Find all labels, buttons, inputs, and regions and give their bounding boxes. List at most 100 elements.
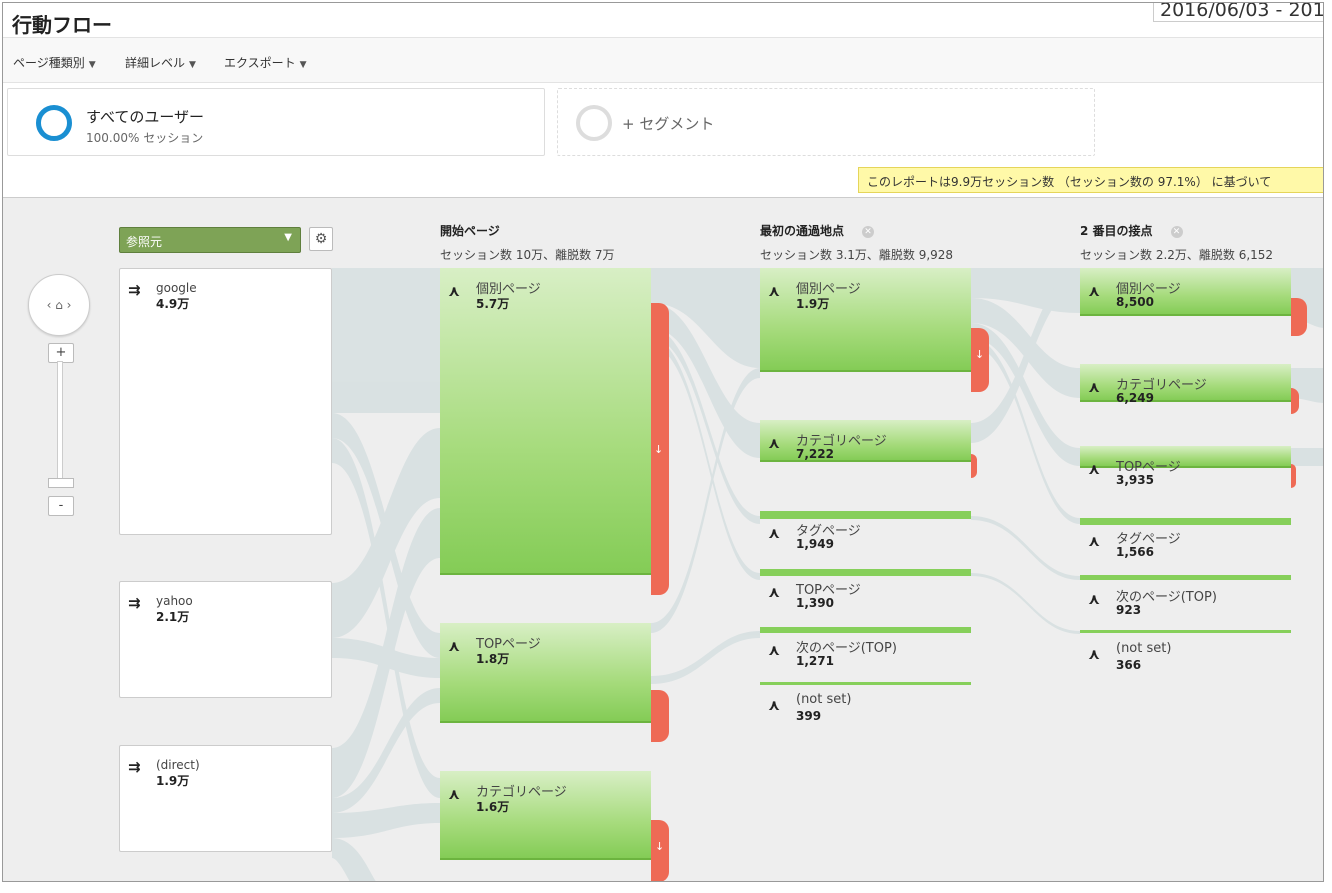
node-value: 1.8万	[476, 652, 510, 666]
zoom-slider-track[interactable]	[57, 361, 63, 481]
zoom-slider-handle[interactable]	[48, 478, 74, 488]
page-node-icon: ⋏	[768, 696, 781, 714]
source-value: 4.9万	[156, 297, 190, 311]
view-by-page-type-menu[interactable]: ページ種類別 ▼	[13, 54, 96, 71]
page-title: 行動フロー	[12, 13, 112, 37]
chevron-down-icon: ▼	[284, 232, 292, 243]
page-node-icon: ⋏	[1088, 645, 1101, 663]
toolbar-label: ページ種類別	[13, 56, 85, 70]
segment-all-users[interactable]: すべてのユーザー 100.00% セッション	[7, 88, 545, 156]
flow-top-to-next	[651, 631, 760, 684]
chevron-down-icon: ▼	[88, 60, 96, 70]
node-value: 3,935	[1116, 473, 1154, 487]
node-value: 8,500	[1116, 295, 1154, 309]
pan-home-control[interactable]: ‹ ⌂ ›	[28, 274, 90, 336]
page-node-icon: ⋏	[1088, 378, 1101, 396]
drop-off-icon: ↓	[655, 840, 665, 853]
toolbar: ページ種類別 ▼ 詳細レベル ▼ エクスポート ▼	[3, 37, 1323, 83]
first-interaction-node[interactable]: ⋏ 個別ページ 1.9万	[760, 268, 971, 372]
drop-off-icon: ↓	[654, 443, 664, 456]
drop-off-bar[interactable]: ↓	[651, 303, 669, 595]
flow-google-to-single-page	[332, 268, 440, 413]
source-node-google[interactable]: ⇉ google 4.9万	[119, 268, 332, 535]
start-page-node[interactable]: ⋏ カテゴリページ 1.6万	[440, 771, 651, 860]
source-label: google	[156, 281, 197, 295]
column-summary: セッション数 10万、離脱数 7万	[440, 248, 615, 262]
page-node-icon: ⋏	[768, 641, 781, 659]
arrows-icon: ⇉	[128, 594, 141, 612]
second-interaction-node[interactable]	[1080, 630, 1291, 633]
page-node-icon: ⋏	[768, 524, 781, 542]
node-value: 1,390	[796, 596, 834, 610]
close-icon[interactable]: ✕	[862, 225, 875, 238]
export-menu[interactable]: エクスポート ▼	[224, 54, 307, 71]
flow-first-top-to-notset	[971, 573, 1080, 634]
drop-off-icon: ↓	[975, 348, 985, 361]
source-value: 1.9万	[156, 774, 190, 788]
drop-off-bar[interactable]: ↓	[651, 820, 669, 881]
arrows-icon: ⇉	[128, 758, 141, 776]
flow-other-sources	[332, 838, 376, 881]
first-interaction-node[interactable]	[760, 627, 971, 633]
zoom-in-button[interactable]: +	[48, 343, 74, 363]
segment-percentage: 100.00% セッション	[86, 131, 204, 145]
zoom-out-button[interactable]: -	[48, 496, 74, 516]
column-header-first-interaction: 最初の通過地点 ✕ セッション数 3.1万、離脱数 9,928	[760, 222, 953, 263]
node-value: 1,566	[1116, 545, 1154, 559]
page-node-icon: ⋏	[1088, 460, 1101, 478]
chevron-down-icon: ▼	[189, 60, 196, 70]
node-value: 6,249	[1116, 391, 1154, 405]
node-value: 1.6万	[476, 800, 510, 814]
arrows-icon: ⇉	[128, 281, 141, 299]
first-interaction-node[interactable]: ⋏ カテゴリページ 7,222	[760, 420, 971, 462]
second-interaction-node[interactable]: ⋏ 個別ページ 8,500	[1080, 268, 1291, 316]
gear-icon[interactable]: ⚙	[309, 227, 333, 251]
node-value: 7,222	[796, 447, 834, 461]
column-header-start-pages: 開始ページ セッション数 10万、離脱数 7万	[440, 222, 615, 263]
sampling-notice: このレポートは9.9万セッション数 （セッション数の 97.1%） に基づいて	[858, 167, 1323, 193]
first-interaction-node[interactable]	[760, 569, 971, 576]
column-header-second-interaction: 2 番目の接点 ✕ セッション数 2.2万、離脱数 6,152	[1080, 222, 1273, 263]
segment-name: すべてのユーザー	[86, 108, 205, 126]
close-icon[interactable]: ✕	[1170, 225, 1183, 238]
source-value: 2.1万	[156, 610, 190, 624]
toolbar-label: エクスポート	[224, 56, 296, 70]
source-node-yahoo[interactable]: ⇉ yahoo 2.1万	[119, 581, 332, 698]
add-segment-label: + セグメント	[622, 115, 715, 133]
empty-segment-ring-icon	[576, 105, 612, 141]
node-value: 399	[796, 709, 822, 723]
source-node-direct[interactable]: ⇉ (direct) 1.9万	[119, 745, 332, 852]
dimension-select[interactable]: 参照元 ▼	[119, 227, 301, 253]
source-label: (direct)	[156, 758, 200, 772]
second-interaction-node[interactable]: ⋏ カテゴリページ 6,249	[1080, 364, 1291, 405]
drop-off-bar[interactable]: ↓	[971, 328, 989, 392]
add-segment-button[interactable]: + セグメント	[557, 88, 1095, 156]
start-page-node[interactable]: ⋏ TOPページ 1.8万	[440, 623, 651, 723]
page-node-icon: ⋏	[1088, 590, 1101, 608]
behavior-flow-window: 行動フロー 2016/06/03 - 2016/ ページ種類別▼ 詳細レベル▼ …	[2, 2, 1324, 882]
node-value: 1.9万	[796, 297, 830, 311]
toolbar-label: 詳細レベル	[125, 56, 186, 70]
drop-off-bar[interactable]	[651, 690, 669, 742]
node-value: 1,271	[796, 654, 834, 668]
first-interaction-node[interactable]	[760, 511, 971, 519]
drop-off-bar[interactable]	[1291, 464, 1296, 488]
page-node-icon: ⋏	[448, 637, 461, 655]
drop-off-bar[interactable]	[1291, 388, 1299, 414]
second-interaction-node[interactable]	[1080, 518, 1291, 525]
first-interaction-node[interactable]	[760, 682, 971, 685]
drop-off-bar[interactable]	[971, 454, 977, 478]
detail-level-menu[interactable]: 詳細レベル ▼	[125, 54, 196, 71]
start-page-node[interactable]: ⋏ 個別ページ 5.7万	[440, 268, 651, 575]
second-interaction-node[interactable]: ⋏ TOPページ 3,935	[1080, 446, 1291, 487]
column-title: 開始ページ	[440, 224, 500, 238]
date-range-picker[interactable]: 2016/06/03 - 2016/	[1153, 3, 1323, 22]
page-node-icon: ⋏	[448, 282, 461, 300]
chevron-down-icon: ▼	[299, 60, 307, 70]
drop-off-bar[interactable]	[1291, 298, 1307, 336]
dimension-label: 参照元	[126, 235, 163, 249]
second-interaction-node[interactable]	[1080, 575, 1291, 580]
node-value: 366	[1116, 658, 1142, 672]
source-label: yahoo	[156, 594, 193, 608]
page-node-icon: ⋏	[768, 583, 781, 601]
